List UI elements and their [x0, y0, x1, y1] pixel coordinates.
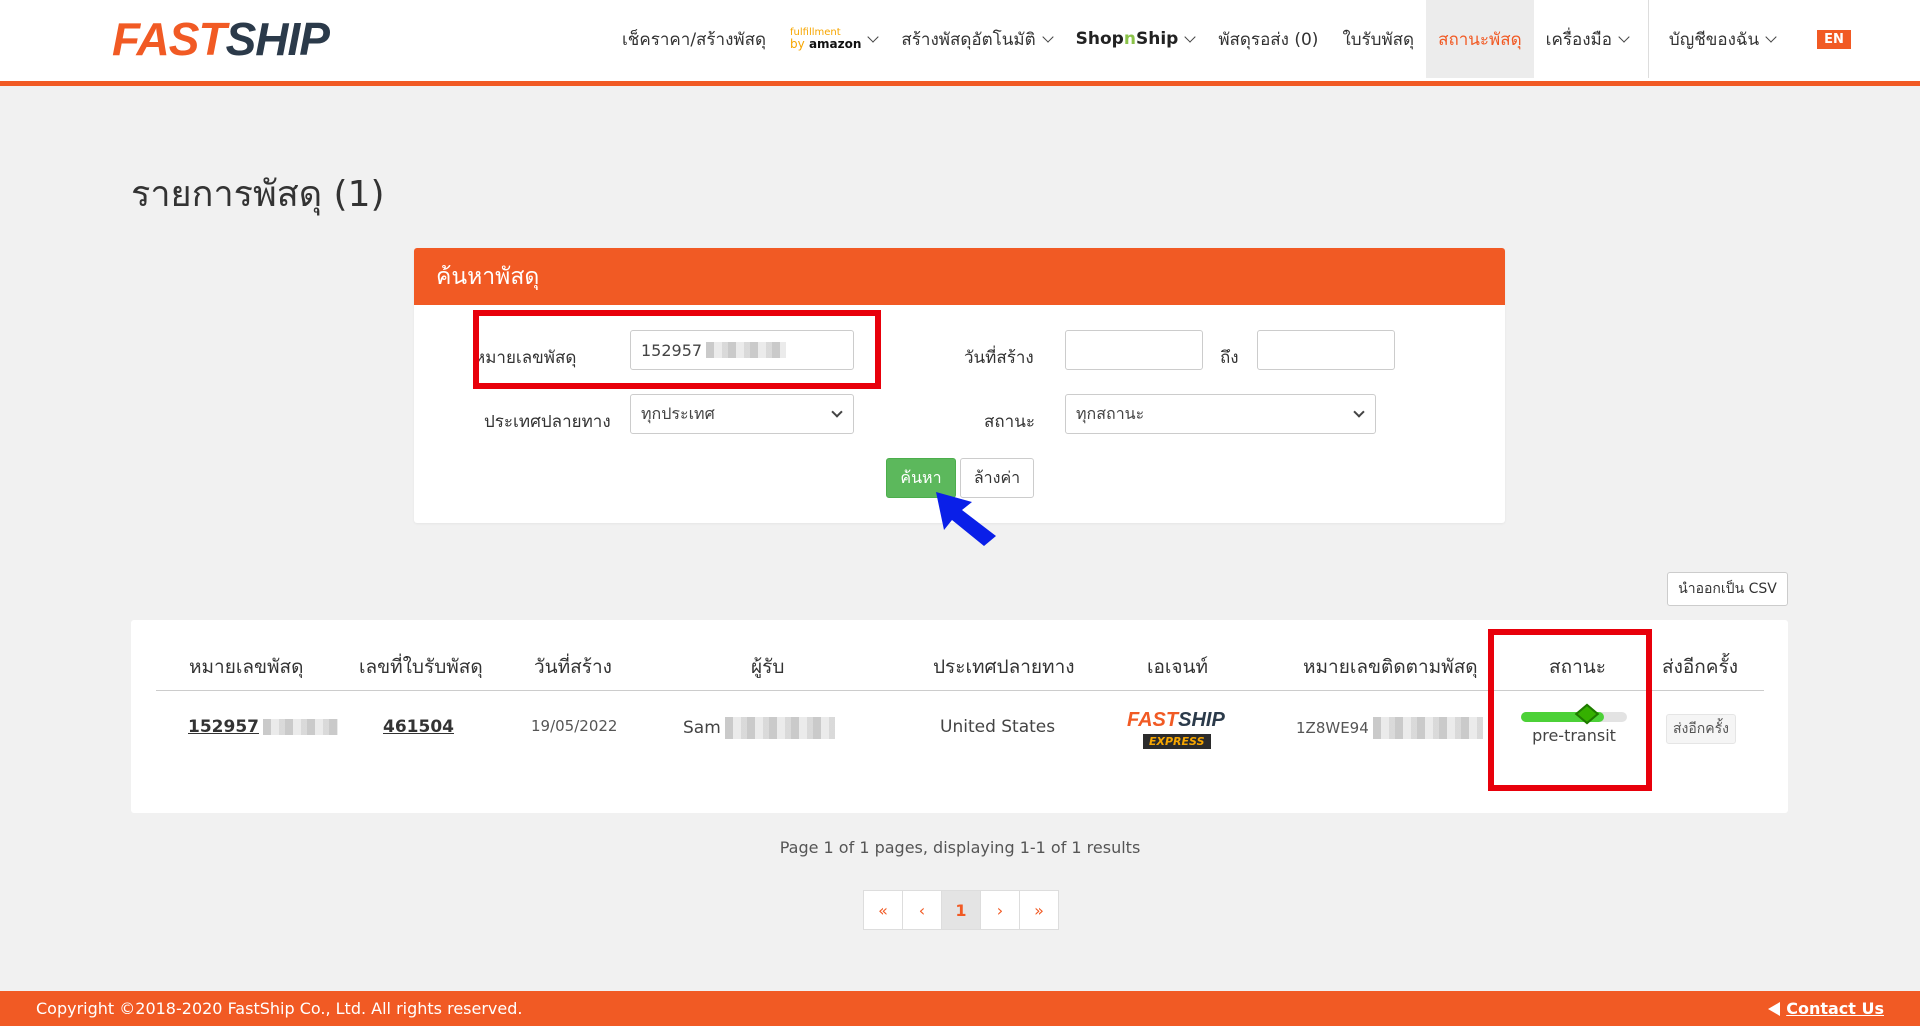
chevron-down-icon	[1618, 30, 1630, 43]
snp-ship: Ship	[1135, 29, 1179, 49]
fastship-logo[interactable]: FAST SHIP	[112, 13, 330, 65]
nav-account-label: บัญชีของฉัน	[1668, 29, 1760, 50]
pagination-info: Page 1 of 1 pages, displaying 1-1 of 1 r…	[779, 838, 1141, 857]
nav-shopnship[interactable]: ShopnShip	[1064, 0, 1207, 78]
contact-us-link[interactable]: Contact Us	[1768, 999, 1884, 1018]
top-navbar: FAST SHIP เช็คราคา/สร้างพัสดุ fulfillment…	[0, 0, 1920, 86]
created-to-input[interactable]	[1257, 330, 1395, 370]
col-header-created: วันที่สร้าง	[534, 656, 612, 678]
page-prev-button[interactable]: ‹	[902, 890, 942, 930]
page-title: รายการพัสดุ (1)	[131, 174, 385, 215]
nav-check-price-label: เช็คราคา/สร้างพัสดุ	[622, 29, 767, 50]
nav-amazon-fulfillment[interactable]: fulfillment by amazon	[778, 0, 889, 78]
chevron-down-icon	[1765, 30, 1777, 43]
agent-fastship-express-logo: FASTSHIP EXPRESS	[1127, 709, 1225, 749]
col-header-receipt-no: เลขที่ใบรับพัสดุ	[359, 656, 483, 678]
logo-part-fast: FAST	[112, 13, 227, 65]
tracking-text: 1Z8WE94	[1296, 719, 1369, 737]
status-select-value: ทุกสถานะ	[1076, 403, 1145, 423]
chevron-down-icon	[1184, 30, 1196, 43]
megaphone-icon	[1768, 1001, 1781, 1016]
nav-receipts[interactable]: ใบรับพัสดุ	[1330, 0, 1426, 78]
snp-shop: Shop	[1075, 29, 1124, 49]
highlight-box-parcel-no	[473, 310, 881, 389]
copyright-text: Copyright ©2018-2020 FastShip Co., Ltd. …	[36, 999, 523, 1018]
chevron-down-icon	[1041, 30, 1054, 43]
nav-tools[interactable]: เครื่องมือ	[1534, 0, 1640, 78]
search-panel-heading: ค้นหาพัสดุ	[414, 248, 1505, 305]
nav-tools-label: เครื่องมือ	[1545, 29, 1612, 50]
nav-auto-create-label: สร้างพัสดุอัตโนมัติ	[901, 29, 1036, 50]
shopnship-logo: ShopnShip	[1076, 29, 1179, 49]
page-last-button[interactable]: »	[1019, 890, 1059, 930]
chevron-down-icon	[867, 30, 880, 43]
col-header-agent: เอเจนท์	[1147, 656, 1209, 678]
cell-tracking-no: 1Z8WE94	[1296, 717, 1483, 739]
footer: Copyright ©2018-2020 FastShip Co., Ltd. …	[0, 991, 1920, 1026]
redacted-text	[262, 719, 338, 735]
page-current-button[interactable]: 1	[941, 890, 981, 930]
col-header-resend: ส่งอีกครั้ง	[1662, 656, 1738, 678]
redacted-text	[724, 717, 835, 739]
pointer-arrow-icon	[936, 492, 996, 546]
amazon-name-text: amazon	[808, 37, 862, 51]
amazon-fulfillment-logo: fulfillment by amazon	[790, 28, 862, 51]
cell-country: United States	[940, 717, 1056, 737]
parcel-no-text: 152957	[188, 717, 259, 737]
col-header-tracking: หมายเลขติดตามพัสดุ	[1303, 656, 1478, 678]
recipient-text: Sam	[683, 718, 721, 738]
cell-parcel-no-link[interactable]: 152957	[188, 717, 338, 737]
col-header-recipient: ผู้รับ	[751, 656, 785, 678]
page-next-button[interactable]: ›	[980, 890, 1020, 930]
contact-us-label: Contact Us	[1786, 999, 1884, 1018]
nav-parcel-status[interactable]: สถานะพัสดุ	[1426, 0, 1534, 78]
nav-status-label: สถานะพัสดุ	[1438, 29, 1522, 50]
nav-auto-create[interactable]: สร้างพัสดุอัตโนมัติ	[889, 0, 1063, 78]
highlight-box-status	[1488, 629, 1652, 791]
logo-part-ship: SHIP	[225, 13, 330, 65]
pagination: « ‹ 1 › »	[863, 890, 1059, 930]
cell-created-date: 19/05/2022	[531, 717, 618, 735]
main-nav: เช็คราคา/สร้างพัสดุ fulfillment by amazo…	[610, 0, 1851, 78]
language-switch-en[interactable]: EN	[1817, 29, 1851, 49]
agent-logo-fast: FAST	[1127, 709, 1179, 731]
created-date-label: วันที่สร้าง	[964, 348, 1034, 368]
status-select[interactable]: ทุกสถานะ	[1065, 394, 1376, 434]
col-header-parcel-no: หมายเลขพัสดุ	[189, 656, 304, 678]
nav-divider	[1647, 0, 1649, 78]
nav-check-price[interactable]: เช็คราคา/สร้างพัสดุ	[610, 0, 778, 78]
nav-pending-label: พัสดุรอส่ง (0)	[1218, 29, 1319, 50]
redacted-text	[1372, 717, 1483, 739]
nav-receipts-label: ใบรับพัสดุ	[1342, 29, 1415, 50]
page-first-button[interactable]: «	[863, 890, 903, 930]
col-header-country: ประเทศปลายทาง	[933, 656, 1075, 678]
chevron-down-icon	[831, 406, 843, 418]
resend-button[interactable]: ส่งอีกครั้ง	[1666, 714, 1736, 744]
created-from-input[interactable]	[1065, 330, 1203, 370]
cell-recipient: Sam	[683, 717, 835, 739]
nav-my-account[interactable]: บัญชีของฉัน	[1657, 0, 1787, 78]
agent-logo-ship: SHIP	[1178, 709, 1225, 731]
agent-logo-express: EXPRESS	[1143, 734, 1211, 749]
chevron-down-icon	[1353, 406, 1365, 418]
export-csv-button[interactable]: นำออกเป็น CSV	[1667, 572, 1788, 606]
destination-country-select[interactable]: ทุกประเทศ	[630, 394, 854, 434]
country-select-value: ทุกประเทศ	[641, 403, 715, 423]
status-label: สถานะ	[984, 412, 1035, 432]
nav-pending-parcels[interactable]: พัสดุรอส่ง (0)	[1206, 0, 1330, 78]
amazon-by-text: by	[790, 37, 805, 51]
date-to-label: ถึง	[1220, 348, 1239, 368]
destination-country-label: ประเทศปลายทาง	[484, 412, 611, 432]
snp-n: n	[1123, 29, 1136, 49]
cell-receipt-no-link[interactable]: 461504	[383, 717, 454, 737]
